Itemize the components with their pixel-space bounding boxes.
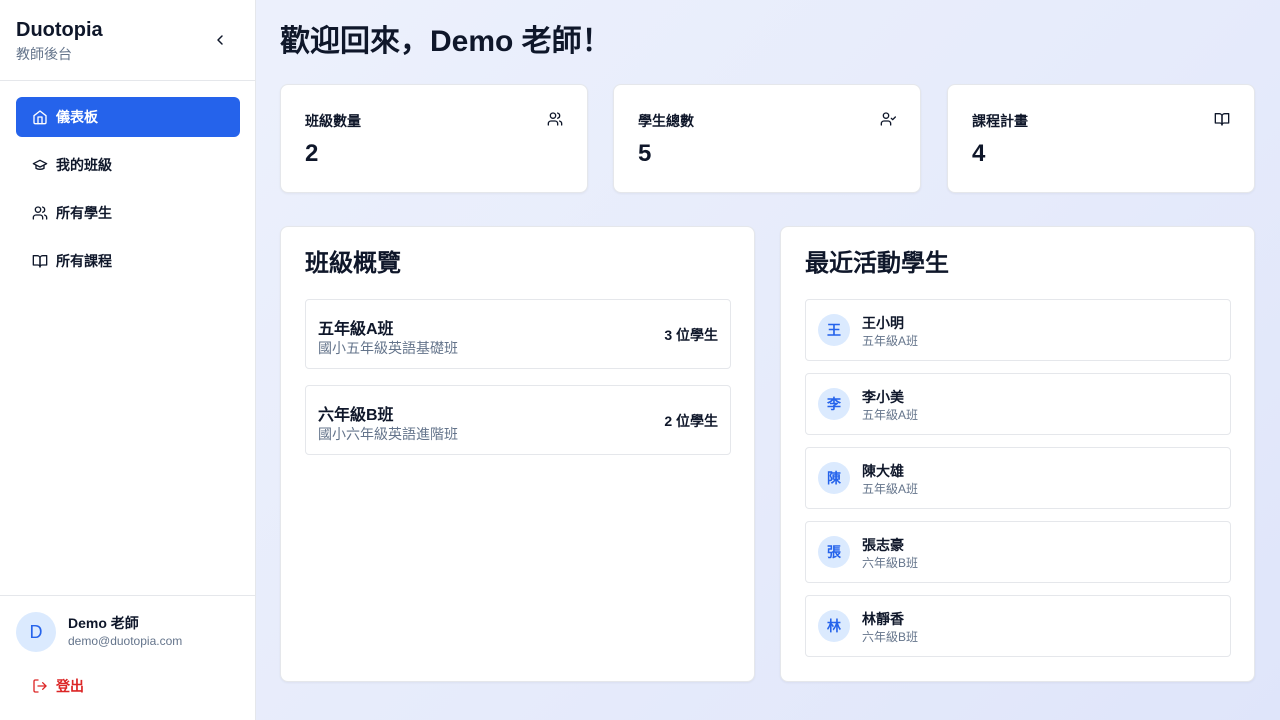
class-student-count: 3 位學生 [664,327,718,343]
student-name: 林靜香 [862,611,904,627]
sidebar-item-label: 所有課程 [56,253,112,269]
student-name: 陳大雄 [862,463,904,479]
panel-title: 班級概覽 [305,250,401,277]
sidebar-nav: 儀表板 我的班級 所有學生 所有課程 [16,97,240,289]
stat-value: 4 [972,140,986,167]
student-class: 六年級B班 [862,630,919,644]
stat-card-classes: 班級數量 2 [280,84,588,193]
stat-value: 2 [305,140,319,167]
user-info: Demo 老師 demo@duotopia.com [68,614,182,650]
panel-title: 最近活動學生 [805,250,949,277]
sidebar-item-label: 我的班級 [56,157,112,173]
student-avatar: 王 [818,314,850,346]
book-open-icon [32,253,48,269]
class-overview-panel: 班級概覽 五年級A班 國小五年級英語基礎班 3 位學生 六年級B班 國小六年級英… [280,226,755,682]
student-class: 五年級A班 [862,408,919,422]
class-student-count: 2 位學生 [664,413,718,429]
student-avatar: 林 [818,610,850,642]
stat-card-students: 學生總數 5 [613,84,921,193]
class-description: 國小五年級英語基礎班 [318,340,458,356]
class-item[interactable]: 五年級A班 國小五年級英語基礎班 3 位學生 [305,299,731,369]
student-item[interactable]: 陳 陳大雄 五年級A班 [805,447,1231,509]
sidebar-item-label: 所有學生 [56,205,112,221]
avatar: D [16,612,56,652]
user-profile: D Demo 老師 demo@duotopia.com [16,612,182,652]
sidebar-item-dashboard[interactable]: 儀表板 [16,97,240,137]
logout-button[interactable]: 登出 [16,670,240,702]
logout-icon [32,678,48,694]
page-title: 歡迎回來，Demo 老師！ [280,25,612,58]
class-name: 五年級A班 [318,321,394,338]
student-class: 五年級A班 [862,482,919,496]
users-icon [547,111,563,127]
student-item[interactable]: 李 李小美 五年級A班 [805,373,1231,435]
book-open-icon [1214,111,1230,127]
sidebar-item-label: 儀表板 [56,109,98,125]
home-icon [32,109,48,125]
user-email: demo@duotopia.com [68,634,183,648]
user-check-icon [880,111,896,127]
sidebar-divider [0,595,256,596]
student-class: 五年級A班 [862,334,919,348]
stat-card-courses: 課程計畫 4 [947,84,1255,193]
stat-label: 學生總數 [638,113,694,129]
class-item[interactable]: 六年級B班 國小六年級英語進階班 2 位學生 [305,385,731,455]
class-name: 六年級B班 [318,407,394,424]
student-name: 王小明 [862,315,904,331]
student-item[interactable]: 林 林靜香 六年級B班 [805,595,1231,657]
student-name: 李小美 [862,389,904,405]
sidebar: Duotopia 教師後台 儀表板 我的班級 所有學生 所有課程 D Demo … [0,0,256,720]
user-name: Demo 老師 [68,615,139,631]
users-icon [32,205,48,221]
student-name: 張志豪 [862,537,904,553]
brand-title: Duotopia [16,19,103,41]
student-avatar: 陳 [818,462,850,494]
sidebar-item-all-courses[interactable]: 所有課程 [16,241,240,281]
student-avatar: 李 [818,388,850,420]
sidebar-item-all-students[interactable]: 所有學生 [16,193,240,233]
graduation-cap-icon [32,157,48,173]
stat-label: 班級數量 [305,113,361,129]
chevron-left-icon [217,35,223,45]
student-class: 六年級B班 [862,556,919,570]
sidebar-item-my-classes[interactable]: 我的班級 [16,145,240,185]
brand: Duotopia 教師後台 [16,18,103,64]
recent-students-panel: 最近活動學生 王 王小明 五年級A班 李 李小美 五年級A班 陳 陳大雄 五年級… [780,226,1255,682]
student-item[interactable]: 張 張志豪 六年級B班 [805,521,1231,583]
logout-label: 登出 [56,678,84,694]
sidebar-divider [0,80,256,81]
student-avatar: 張 [818,536,850,568]
student-item[interactable]: 王 王小明 五年級A班 [805,299,1231,361]
collapse-sidebar-button[interactable] [208,28,232,52]
stat-value: 5 [638,140,652,167]
stat-label: 課程計畫 [972,113,1028,129]
brand-subtitle: 教師後台 [16,46,72,62]
class-description: 國小六年級英語進階班 [318,426,458,442]
